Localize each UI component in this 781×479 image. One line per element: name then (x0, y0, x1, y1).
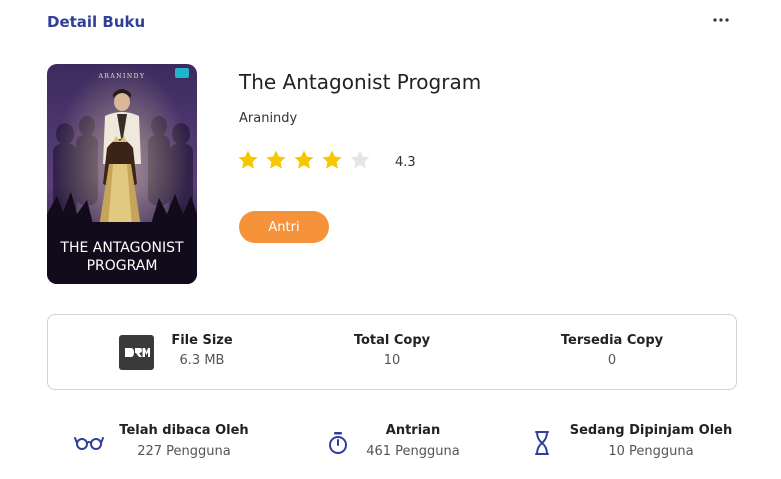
file-size-label: File Size (171, 333, 233, 348)
read-by-stat: Telah dibaca Oleh 227 Pengguna (114, 423, 254, 459)
star-empty-icon (349, 149, 371, 171)
book-title: The Antagonist Program (239, 70, 482, 94)
read-by-value: 227 Pengguna (137, 444, 231, 459)
star-filled-icon (293, 149, 315, 171)
book-info-card: File Size 6.3 MB Total Copy 10 Tersedia … (47, 314, 737, 390)
book-cover: ARANINDY THE ANTAGONIST PROGRAM (47, 64, 197, 284)
read-by-label: Telah dibaca Oleh (119, 423, 249, 438)
file-size-info: File Size 6.3 MB (152, 333, 252, 368)
queue-stat: Antrian 461 Pengguna (353, 423, 473, 459)
cover-publisher: ARANINDY (98, 73, 146, 80)
total-copy-info: Total Copy 10 (337, 333, 447, 368)
total-copy-label: Total Copy (353, 333, 431, 348)
star-filled-icon (321, 149, 343, 171)
borrowed-value: 10 Pengguna (608, 444, 694, 459)
total-copy-value: 10 (383, 353, 401, 368)
page-title: Detail Buku (47, 13, 146, 31)
rating: 4.3 (237, 149, 416, 175)
hourglass-icon (527, 428, 557, 458)
file-size-value: 6.3 MB (179, 353, 225, 368)
cover-title-line1: THE ANTAGONIST (59, 240, 184, 256)
rating-stars (237, 149, 377, 175)
more-options-icon[interactable] (709, 8, 733, 32)
book-author: Aranindy (239, 111, 298, 126)
queue-button[interactable]: Antri (239, 211, 329, 243)
cover-title-line2: PROGRAM (87, 258, 158, 274)
rating-value: 4.3 (395, 154, 416, 170)
drm-icon (119, 335, 154, 370)
borrowed-label: Sedang Dipinjam Oleh (569, 423, 733, 438)
borrowed-stat: Sedang Dipinjam Oleh 10 Pengguna (566, 423, 736, 459)
stopwatch-icon (323, 429, 353, 459)
star-filled-icon (265, 149, 287, 171)
available-copy-value: 0 (607, 353, 617, 368)
available-copy-label: Tersedia Copy (560, 333, 664, 348)
available-copy-info: Tersedia Copy 0 (547, 333, 677, 368)
queue-value: 461 Pengguna (366, 444, 460, 459)
queue-label: Antrian (385, 423, 441, 438)
glasses-icon (74, 429, 104, 459)
star-filled-icon (237, 149, 259, 171)
